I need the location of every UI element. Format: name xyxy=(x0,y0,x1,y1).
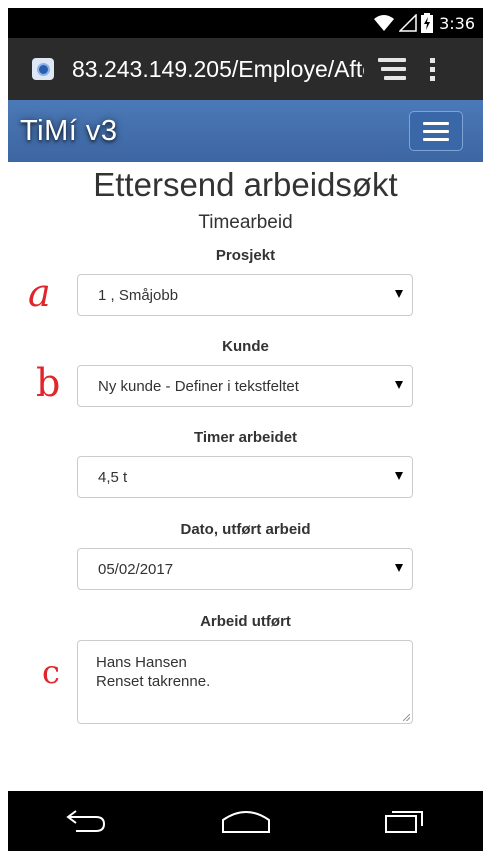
home-icon[interactable] xyxy=(221,808,271,834)
wifi-icon xyxy=(374,15,395,31)
url-field[interactable]: 83.243.149.205/Employe/Afte xyxy=(72,56,364,83)
app-brand[interactable]: TiMí v3 xyxy=(20,115,117,148)
arbeid-line-2: Renset takrenne. xyxy=(96,673,211,690)
dropdown-arrow-icon xyxy=(395,381,403,389)
battery-icon xyxy=(421,13,434,33)
timer-value: 4,5 t xyxy=(98,468,128,486)
back-icon[interactable] xyxy=(64,807,110,835)
annotation-c: c xyxy=(42,653,60,691)
page-title: Ettersend arbeidsøkt xyxy=(93,166,398,203)
kunde-value: Ny kunde - Definer i tekstfeltet xyxy=(98,377,299,395)
dropdown-arrow-icon xyxy=(395,290,403,298)
browser-url-bar: 83.243.149.205/Employe/Afte xyxy=(8,38,483,100)
annotation-b: b xyxy=(36,361,61,405)
site-favicon-icon xyxy=(32,58,54,80)
prosjekt-select[interactable]: 1 , Småjobb xyxy=(77,274,413,316)
dato-select[interactable]: 05/02/2017 xyxy=(77,548,413,590)
overflow-menu-icon[interactable] xyxy=(430,57,435,81)
status-time: 3:36 xyxy=(439,13,475,33)
kunde-select[interactable]: Ny kunde - Definer i tekstfeltet xyxy=(77,365,413,407)
arbeid-label: Arbeid utført xyxy=(200,613,291,630)
status-bar: 3:36 xyxy=(8,8,483,38)
arbeid-line-1: Hans Hansen xyxy=(96,654,187,671)
prosjekt-value: 1 , Småjobb xyxy=(98,286,179,304)
page-subtitle: Timearbeid xyxy=(198,212,293,233)
dropdown-arrow-icon xyxy=(395,564,403,572)
tabs-switcher-icon[interactable] xyxy=(378,58,406,80)
main-content: Ettersend arbeidsøkt Timearbeid xyxy=(8,162,483,236)
timer-label: Timer arbeidet xyxy=(193,429,298,446)
resize-handle-icon[interactable] xyxy=(403,714,410,721)
timer-select[interactable]: 4,5 t xyxy=(77,456,413,498)
annotation-a: a xyxy=(28,271,51,315)
prosjekt-label: Prosjekt xyxy=(215,247,276,264)
signal-icon xyxy=(399,14,417,32)
kunde-label: Kunde xyxy=(222,338,269,355)
dato-value: 05/02/2017 xyxy=(98,560,174,578)
app-navbar: TiMí v3 xyxy=(8,100,483,162)
arbeid-textarea[interactable]: Hans Hansen Renset takrenne. xyxy=(77,640,413,724)
dropdown-arrow-icon xyxy=(395,472,403,480)
hamburger-menu-button[interactable] xyxy=(409,111,463,151)
dato-label: Dato, utført arbeid xyxy=(180,521,311,538)
recent-apps-icon[interactable] xyxy=(382,808,428,834)
system-navigation-bar xyxy=(8,791,483,851)
